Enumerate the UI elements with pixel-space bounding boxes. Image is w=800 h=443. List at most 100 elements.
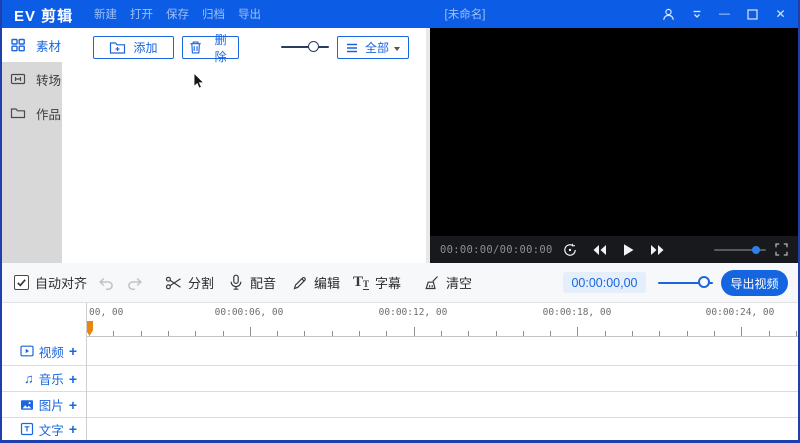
material-panel: 添加 删除 全部 (62, 28, 426, 263)
add-material-button[interactable]: 添加 (93, 36, 174, 59)
track-name: 图片 (39, 395, 64, 414)
menu-export[interactable]: 导出 (236, 6, 263, 22)
title-bar: EV 剪辑 新建 打开 保存 归档 导出 [未命名] — ✕ (0, 0, 800, 28)
ruler-label: 00, 00 (89, 307, 123, 318)
track-row-text: 文字 + (0, 418, 800, 440)
edit-toolbar: 自动对齐 分割 配音 (0, 263, 800, 303)
document-title: [未命名] (400, 0, 530, 28)
video-preview: 00:00:00/00:00:00 (430, 28, 798, 263)
track-row-music: ♫ 音乐 + (0, 366, 800, 392)
add-music-button[interactable]: + (69, 372, 77, 386)
subtitle-label: 字幕 (375, 273, 401, 292)
sidebar-item-label: 素材 (36, 36, 61, 55)
track-label-music: ♫ 音乐 + (0, 366, 86, 391)
play-icon[interactable] (622, 243, 635, 257)
filter-dropdown-value: 全部 (365, 39, 389, 56)
maximize-icon[interactable] (745, 7, 760, 22)
image-track-lane[interactable] (86, 392, 800, 417)
track-label-video: 视频 + (0, 337, 86, 365)
thumbnail-size-slider-knob[interactable] (308, 41, 319, 52)
redo-button[interactable] (126, 263, 144, 302)
main-menu: 新建 打开 保存 归档 导出 (92, 0, 263, 28)
split-label: 分割 (188, 273, 214, 292)
add-video-button[interactable]: + (69, 344, 77, 358)
track-label-image: 图片 + (0, 392, 86, 417)
trash-icon (189, 40, 202, 55)
scissors-icon (165, 275, 182, 291)
dub-button[interactable]: 配音 (228, 263, 276, 302)
minimize-icon[interactable]: — (717, 7, 732, 22)
sidebar-item-label: 转场 (36, 70, 61, 89)
rewind-icon[interactable] (592, 244, 607, 256)
fullscreen-icon[interactable] (775, 243, 788, 256)
auto-align-label: 自动对齐 (35, 273, 87, 292)
timeline-ruler[interactable]: 00, 00 00:00:06, 00 00:00:12, 00 00:00:1… (0, 303, 800, 337)
works-folder-icon (10, 105, 26, 121)
close-icon[interactable]: ✕ (773, 7, 788, 22)
add-button-label: 添加 (133, 39, 157, 56)
subtitle-button[interactable]: TT 字幕 (353, 263, 401, 302)
add-text-button[interactable]: + (69, 422, 77, 436)
menu-new[interactable]: 新建 (92, 6, 119, 22)
text-track-lane[interactable] (86, 418, 800, 440)
clear-button[interactable]: 清空 (423, 263, 472, 302)
menu-save[interactable]: 保存 (164, 6, 191, 22)
playhead-marker[interactable] (86, 321, 93, 336)
track-name: 文字 (39, 420, 64, 439)
sidebar: 素材 转场 作品 (0, 28, 62, 263)
ruler-label: 00:00:18, 00 (543, 307, 612, 318)
auto-align-checkbox[interactable] (14, 275, 29, 290)
dub-label: 配音 (250, 273, 276, 292)
sidebar-item-material[interactable]: 素材 (0, 28, 62, 62)
main-area: 素材 转场 作品 (0, 28, 800, 263)
sidebar-item-transition[interactable]: 转场 (0, 62, 62, 96)
export-video-button[interactable]: 导出视频 (721, 270, 788, 296)
menu-open[interactable]: 打开 (128, 6, 155, 22)
material-grid-icon (10, 37, 26, 53)
menu-archive[interactable]: 归档 (200, 6, 227, 22)
app-logo: EV 剪辑 (14, 5, 73, 26)
track-label-text: 文字 + (0, 418, 86, 440)
timeline-current-time[interactable]: 00:00:00,00 (563, 272, 646, 293)
edit-button[interactable]: 编辑 (292, 263, 340, 302)
subtitle-tt-icon: TT (353, 275, 369, 290)
loop-playback-icon[interactable] (563, 243, 577, 257)
fast-forward-icon[interactable] (650, 244, 665, 256)
add-image-button[interactable]: + (69, 398, 77, 412)
filter-dropdown[interactable]: 全部 (337, 36, 409, 59)
music-track-icon: ♫ (24, 372, 34, 385)
timeline-zoom-slider-knob[interactable] (698, 276, 710, 288)
theme-dropdown-icon[interactable] (689, 7, 704, 22)
ruler-label: 00:00:12, 00 (379, 307, 448, 318)
split-button[interactable]: 分割 (165, 263, 214, 302)
edit-label: 编辑 (314, 273, 340, 292)
undo-button[interactable] (97, 263, 115, 302)
microphone-icon (228, 274, 244, 291)
ruler-label: 00:00:06, 00 (215, 307, 284, 318)
sidebar-item-label: 作品 (36, 104, 61, 123)
video-track-lane[interactable] (86, 337, 800, 365)
auto-align-toggle[interactable]: 自动对齐 (14, 263, 87, 302)
clear-brush-icon (423, 275, 440, 291)
video-track-icon (20, 344, 34, 358)
delete-button-label: 删除 (209, 31, 232, 65)
track-row-image: 图片 + (0, 392, 800, 418)
music-track-lane[interactable] (86, 366, 800, 391)
volume-slider-knob[interactable] (752, 246, 760, 254)
user-account-icon[interactable] (661, 7, 676, 22)
window-border-left (0, 0, 2, 443)
preview-controls-bar: 00:00:00/00:00:00 (430, 236, 798, 263)
delete-material-button[interactable]: 删除 (182, 36, 239, 59)
track-name: 音乐 (39, 369, 64, 388)
volume-slider[interactable] (714, 249, 766, 251)
folder-plus-icon (109, 40, 126, 55)
thumbnail-size-slider[interactable] (281, 46, 329, 48)
chevron-down-icon (394, 47, 400, 51)
sidebar-item-works[interactable]: 作品 (0, 96, 62, 130)
ruler-label: 00:00:24, 00 (706, 307, 775, 318)
app-window: EV 剪辑 新建 打开 保存 归档 导出 [未命名] — ✕ (0, 0, 800, 443)
track-row-video: 视频 + (0, 337, 800, 366)
clear-label: 清空 (446, 273, 472, 292)
track-name: 视频 (39, 342, 64, 361)
timeline: 00, 00 00:00:06, 00 00:00:12, 00 00:00:1… (0, 303, 800, 440)
